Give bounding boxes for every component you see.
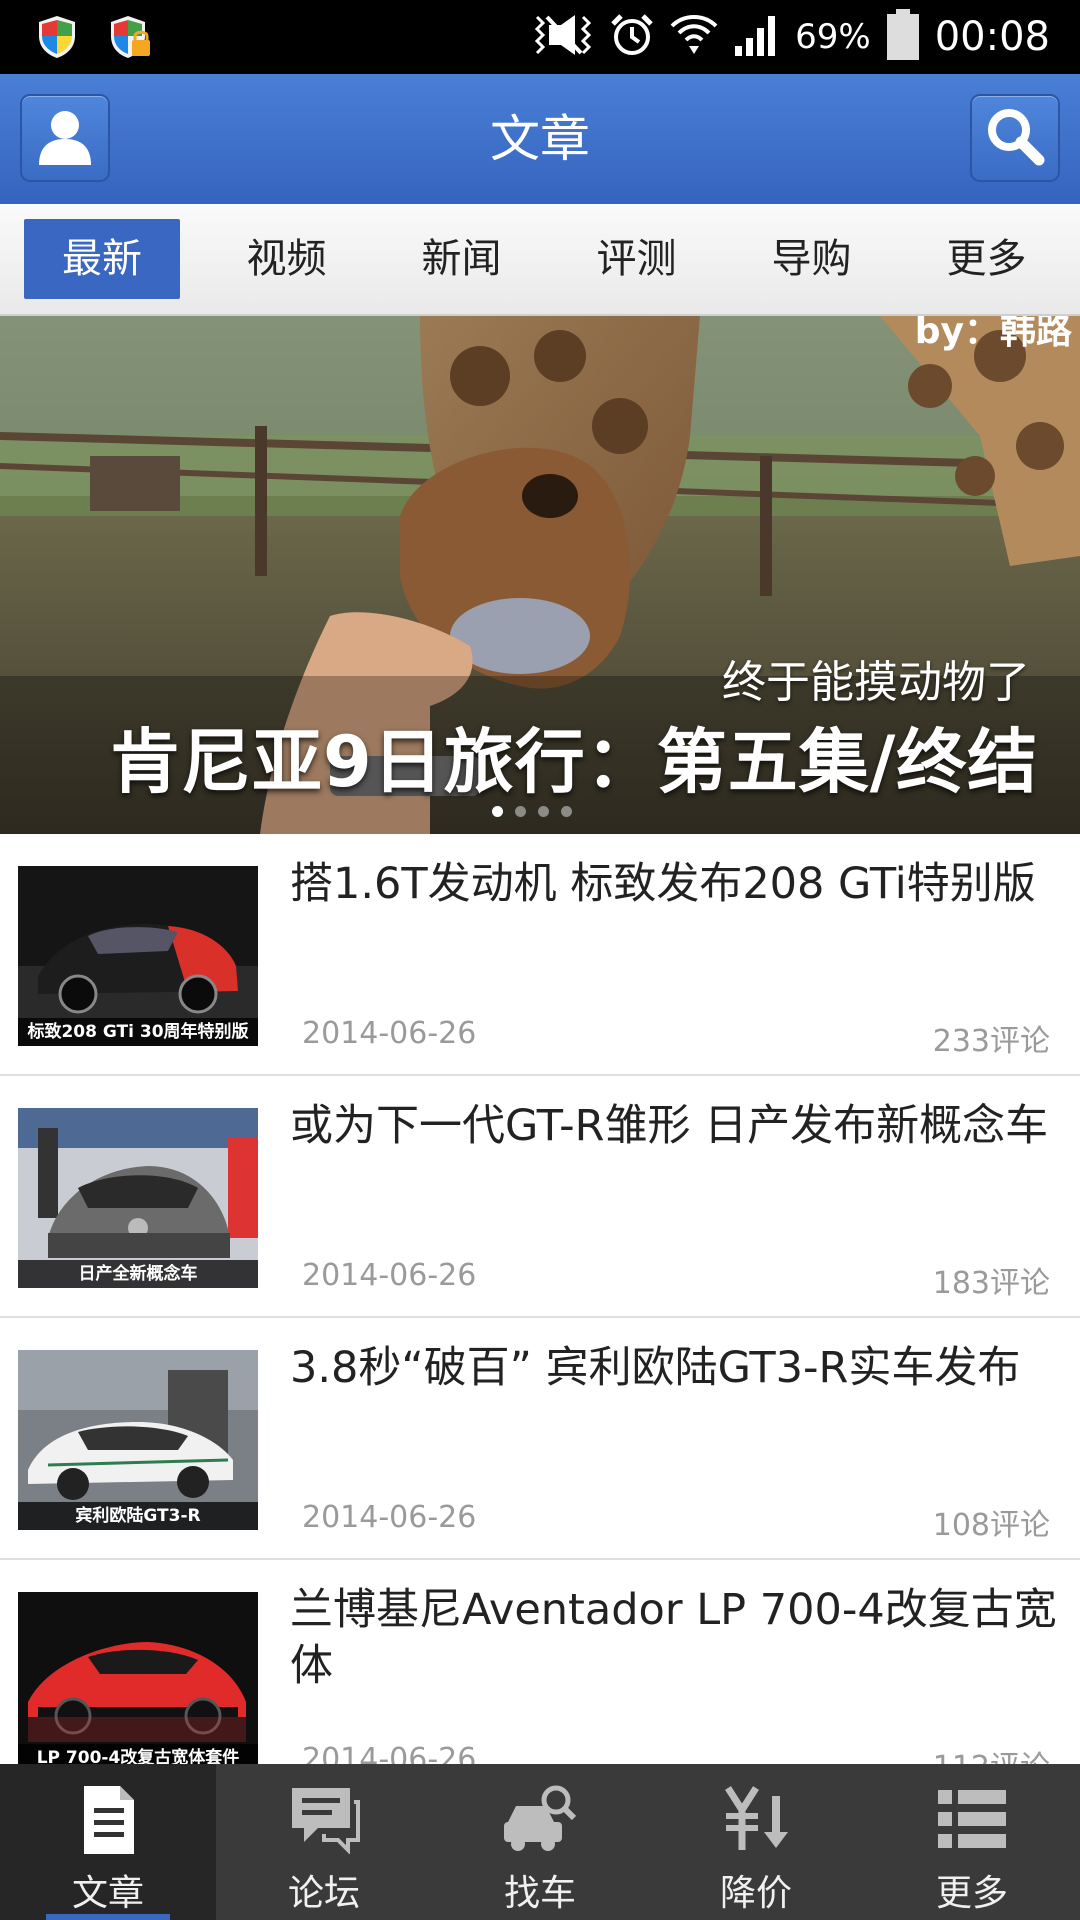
carousel-dot (515, 806, 526, 817)
banner-byline: by：韩路 (914, 316, 1072, 352)
battery-icon (885, 8, 921, 66)
comment-count: 233评论 (932, 1024, 1050, 1059)
signal-icon (733, 12, 781, 62)
price-drop-icon (720, 1782, 792, 1862)
nav-find-car[interactable]: 找车 (432, 1764, 648, 1920)
comment-count: 112评论 (933, 1742, 1050, 1764)
thumbnail-caption: 标致208 GTi 30周年特别版 (18, 1018, 258, 1046)
search-button[interactable] (970, 94, 1060, 182)
nav-label: 更多 (935, 1873, 1008, 1914)
battery-percent: 69% (795, 17, 871, 57)
shield-icon (36, 14, 78, 64)
nav-label: 文章 (71, 1873, 144, 1914)
article-item[interactable]: 日产全新概念车 或为下一代GT-R雏形 日产发布新概念车 2014-06-26 … (0, 1076, 1080, 1318)
nav-articles[interactable]: 文章 (0, 1764, 216, 1920)
tab-news[interactable]: 新闻 (374, 219, 549, 299)
article-item[interactable]: LP 700-4改复古宽体套件 兰博基尼Aventador LP 700-4改复… (0, 1560, 1080, 1764)
banner-subtitle: 终于能摸动物了 (722, 657, 1030, 708)
carousel-indicator (492, 806, 572, 817)
more-list-icon (936, 1782, 1008, 1862)
user-profile-button[interactable] (20, 94, 110, 182)
clock: 00:08 (934, 14, 1050, 60)
thumbnail-caption: LP 700-4改复古宽体套件 (18, 1744, 258, 1764)
article-list: 标致208 GTi 30周年特别版 搭1.6T发动机 标致发布208 GTi特别… (0, 834, 1080, 1764)
article-item[interactable]: 标致208 GTi 30周年特别版 搭1.6T发动机 标致发布208 GTi特别… (0, 834, 1080, 1076)
carousel-dot (492, 806, 503, 817)
page-title: 文章 (490, 110, 590, 168)
article-title: 或为下一代GT-R雏形 日产发布新概念车 (290, 1101, 1049, 1151)
tab-more[interactable]: 更多 (899, 219, 1074, 299)
article-date: 2014-06-26 (302, 1258, 477, 1293)
alarm-icon (609, 12, 655, 62)
article-item[interactable]: 宾利欧陆GT3-R 3.8秒“破百” 宾利欧陆GT3-R实车发布 2014-06… (0, 1318, 1080, 1560)
status-bar: 69% 00:08 (0, 0, 1080, 74)
category-tabs: 最新 视频 新闻 评测 导购 更多 (0, 204, 1080, 316)
article-thumbnail: 日产全新概念车 (18, 1108, 258, 1288)
wifi-icon (669, 12, 719, 62)
tab-review[interactable]: 评测 (549, 219, 724, 299)
featured-banner[interactable]: by：韩路 终于能摸动物了 肯尼亚9日旅行：第五集/终结 (0, 316, 1080, 834)
tab-buying-guide[interactable]: 导购 (724, 219, 899, 299)
banner-headline: 肯尼亚9日旅行：第五集/终结 (110, 721, 1039, 803)
article-icon (76, 1782, 140, 1862)
tab-video[interactable]: 视频 (199, 219, 374, 299)
user-icon (35, 105, 95, 171)
thumbnail-caption: 日产全新概念车 (18, 1260, 258, 1288)
nav-forum[interactable]: 论坛 (216, 1764, 432, 1920)
nav-price-drop[interactable]: 降价 (648, 1764, 864, 1920)
article-title: 3.8秒“破百” 宾利欧陆GT3-R实车发布 (290, 1343, 1021, 1393)
nav-label: 论坛 (287, 1873, 360, 1914)
shield-lock-icon (108, 14, 152, 64)
article-title: 搭1.6T发动机 标致发布208 GTi特别版 (290, 859, 1036, 909)
nav-label: 降价 (719, 1873, 792, 1914)
comment-count: 108评论 (932, 1508, 1050, 1543)
forum-icon (288, 1782, 360, 1862)
article-date: 2014-06-26 (302, 1500, 477, 1535)
carousel-dot (561, 806, 572, 817)
article-thumbnail: 标致208 GTi 30周年特别版 (18, 866, 258, 1046)
nav-more[interactable]: 更多 (864, 1764, 1080, 1920)
comment-count: 183评论 (932, 1266, 1050, 1301)
mute-icon (531, 13, 595, 61)
article-thumbnail: LP 700-4改复古宽体套件 (18, 1592, 258, 1764)
car-photo (18, 1592, 258, 1764)
find-car-icon (502, 1782, 578, 1862)
title-bar: 文章 (0, 74, 1080, 204)
article-date: 2014-06-26 (302, 1016, 477, 1051)
carousel-dot (538, 806, 549, 817)
tab-latest[interactable]: 最新 (24, 219, 180, 299)
nav-label: 找车 (503, 1873, 576, 1914)
active-indicator (46, 1914, 170, 1920)
article-date: 2014-06-26 (302, 1742, 477, 1764)
article-title: 兰博基尼Aventador LP 700-4改复古宽体 (290, 1585, 1057, 1691)
bottom-navigation: 文章 论坛 找车 降价 更多 (0, 1764, 1080, 1920)
thumbnail-caption: 宾利欧陆GT3-R (18, 1502, 258, 1530)
search-icon (983, 104, 1047, 172)
article-thumbnail: 宾利欧陆GT3-R (18, 1350, 258, 1530)
